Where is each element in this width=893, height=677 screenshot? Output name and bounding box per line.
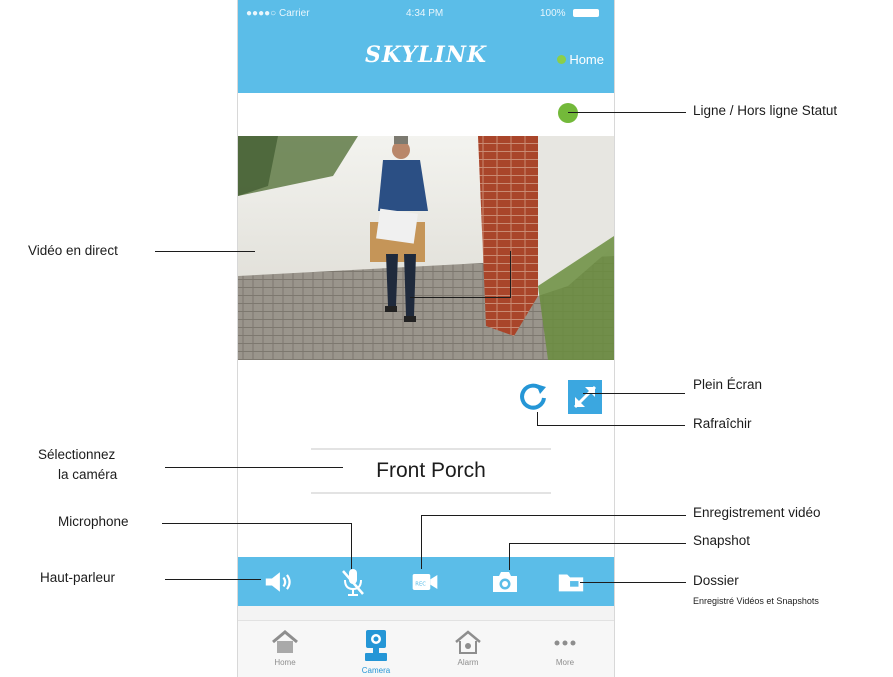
fullscreen-icon [568, 380, 602, 414]
leader-snapshot-v [509, 543, 510, 570]
tab-alarm[interactable]: Alarm [433, 629, 503, 667]
snapshot-button[interactable] [490, 567, 520, 597]
leader-recording-h [421, 515, 686, 516]
camera-device-icon [365, 630, 387, 661]
leader-microphone-v [351, 523, 352, 569]
camera-selector[interactable]: Front Porch [311, 448, 551, 494]
tab-camera[interactable]: Camera [341, 629, 411, 675]
status-bar: ●●●●○ Carrier 4:34 PM 100% [238, 0, 614, 26]
leader-refresh-v [537, 412, 538, 426]
refresh-icon [520, 383, 546, 410]
leader-video-3 [410, 297, 510, 298]
camera-icon [493, 572, 517, 592]
more-dots-icon [554, 640, 576, 646]
annotation-select-camera-1: Sélectionnez [38, 447, 116, 462]
leader-microphone-h [162, 523, 352, 524]
tab-divider [238, 606, 614, 621]
annotation-select-camera-2: la caméra [58, 467, 118, 482]
tab-home[interactable]: Home [250, 629, 320, 667]
fullscreen-button[interactable] [568, 380, 602, 419]
leader-folder [580, 582, 686, 583]
app-header: ●●●●○ Carrier 4:34 PM 100% SKYLINK Home [238, 0, 614, 93]
annotation-speaker: Haut-parleur [40, 570, 116, 585]
live-video-feed[interactable] [238, 136, 614, 360]
speaker-icon [265, 572, 291, 592]
tab-more-label: More [555, 658, 575, 667]
leader-speaker [165, 579, 261, 580]
leader-refresh [537, 425, 685, 426]
live-video-image [238, 136, 614, 360]
online-status-indicator [558, 103, 578, 123]
alarm-house-icon [455, 630, 481, 654]
action-bar: REC [238, 557, 614, 606]
microphone-muted-icon [342, 569, 364, 596]
speaker-button[interactable] [264, 567, 294, 597]
refresh-button[interactable] [518, 381, 548, 416]
home-status-dot [557, 55, 567, 64]
leader-video-1 [155, 251, 255, 252]
leader-video-4 [510, 251, 511, 298]
leader-camera-select [165, 467, 343, 468]
tab-alarm-label: Alarm [457, 658, 479, 667]
leader-status [568, 112, 686, 113]
tab-home-label: Home [274, 658, 296, 667]
video-record-icon: REC [412, 574, 438, 590]
annotation-microphone: Microphone [58, 514, 129, 529]
annotation-live-video: Vidéo en direct [28, 243, 118, 258]
leader-recording-v [421, 515, 422, 569]
annotation-refresh: Rafraîchir [693, 416, 752, 431]
tab-bar: Home Camera Alarm More [238, 621, 614, 677]
clock: 4:34 PM [406, 8, 444, 19]
phone-screen: ●●●●○ Carrier 4:34 PM 100% SKYLINK Home [237, 0, 615, 677]
microphone-button[interactable] [338, 567, 368, 597]
battery-percent: 100% [540, 8, 566, 19]
annotation-status: Ligne / Hors ligne Statut [693, 103, 838, 118]
battery-icon [573, 9, 599, 17]
annotation-folder: Dossier [693, 573, 739, 588]
carrier-label: ●●●●○ Carrier [246, 8, 310, 19]
home-link[interactable]: Home [557, 52, 604, 67]
home-icon [272, 630, 298, 653]
leader-snapshot-h [509, 543, 686, 544]
home-link-label: Home [569, 52, 604, 67]
svg-text:REC: REC [415, 582, 426, 588]
annotation-snapshot: Snapshot [693, 533, 751, 548]
leader-video-2 [255, 251, 256, 298]
record-button[interactable]: REC [410, 567, 440, 597]
tab-camera-label: Camera [361, 666, 391, 675]
annotation-folder-subtitle: Enregistré Vidéos et Snapshots [693, 596, 819, 606]
annotation-video-recording: Enregistrement vidéo [693, 505, 821, 520]
tab-more[interactable]: More [530, 629, 600, 667]
annotation-fullscreen: Plein Écran [693, 377, 763, 392]
leader-fullscreen [583, 393, 685, 394]
